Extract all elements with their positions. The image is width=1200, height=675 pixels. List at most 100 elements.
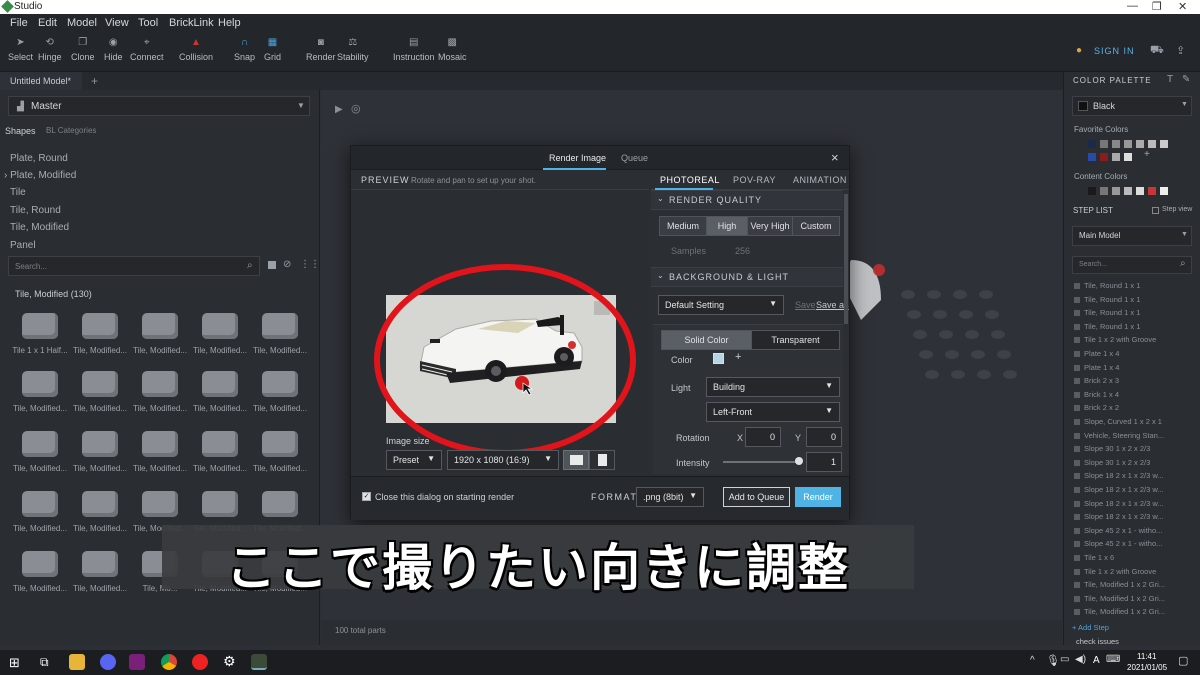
microphone-icon[interactable]: 🎙 <box>1046 654 1060 667</box>
step-item[interactable]: Tile, Modified 1 x 2 Gri... <box>1074 580 1165 589</box>
intensity-slider-handle[interactable] <box>795 457 803 465</box>
part-tile[interactable]: Tile, Modified... <box>252 305 308 363</box>
step-item[interactable]: Tile, Round 1 x 1 <box>1074 281 1140 290</box>
target-icon[interactable]: ◎ <box>351 102 361 115</box>
grid-view-icon[interactable] <box>268 261 276 269</box>
part-tile[interactable]: Tile 1 x 1 Half... <box>12 305 68 363</box>
connect-tool[interactable]: ⌖ Connect <box>130 38 164 63</box>
intensity-slider[interactable] <box>723 461 801 463</box>
step-item[interactable]: Plate 1 x 4 <box>1074 363 1119 372</box>
hinge-tool[interactable]: ⟲ Hinge <box>38 38 62 63</box>
intensity-input[interactable]: 1 <box>806 452 842 472</box>
model-select-dropdown[interactable]: Main Model ▼ <box>1072 226 1192 246</box>
rotation-x-input[interactable]: 0 <box>745 427 781 447</box>
close-window-icon[interactable]: ✕ <box>1178 0 1187 13</box>
background-preset-dropdown[interactable]: Default Setting ▼ <box>658 295 784 315</box>
parts-search-input[interactable]: Search... ⌕ <box>8 256 260 276</box>
settings-scrollbar[interactable] <box>844 194 848 324</box>
step-item[interactable]: Brick 2 x 2 <box>1074 403 1119 412</box>
next-app-icon[interactable] <box>129 654 145 670</box>
category-tile-round[interactable]: Tile, Round <box>10 205 61 216</box>
step-view-checkbox[interactable] <box>1152 207 1159 214</box>
part-tile[interactable]: Tile, Modified... <box>132 305 188 363</box>
snap-tool[interactable]: ∩ Snap <box>234 38 255 63</box>
favorite-color-swatch[interactable] <box>1124 140 1132 148</box>
part-tile[interactable]: Tile, Modified... <box>72 423 128 481</box>
transparent-button[interactable]: Transparent <box>751 330 840 350</box>
favorite-color-swatch[interactable] <box>1100 153 1108 161</box>
part-tile[interactable]: Tile, Modified... <box>252 423 308 481</box>
step-item[interactable]: Slope 30 1 x 2 x 2/3 <box>1074 458 1150 467</box>
volume-icon[interactable]: ◀) <box>1075 654 1086 665</box>
quality-high-button[interactable]: High <box>706 216 748 236</box>
tab-photoreal[interactable]: PHOTOREAL <box>660 175 720 185</box>
category-plate-round[interactable]: Plate, Round <box>10 153 68 164</box>
instruction-tool[interactable]: ▤ Instruction <box>393 38 435 63</box>
render-tool[interactable]: ◙ Render <box>306 38 336 63</box>
favorite-color-swatch[interactable] <box>1088 140 1096 148</box>
hide-tool[interactable]: ◉ Hide <box>104 38 123 63</box>
part-tile[interactable]: Tile, Modified... <box>132 363 188 421</box>
content-color-swatch[interactable] <box>1100 187 1108 195</box>
step-search-input[interactable]: Search... ⌕ <box>1072 256 1192 274</box>
studio-taskbar-icon[interactable] <box>251 654 267 670</box>
minimize-icon[interactable]: — <box>1127 0 1138 12</box>
landscape-orientation-button[interactable] <box>563 450 589 470</box>
quality-custom-button[interactable]: Custom <box>792 216 840 236</box>
check-issues-button[interactable]: check issues <box>1076 637 1119 646</box>
menu-view[interactable]: View <box>105 17 129 29</box>
resolution-dropdown[interactable]: 1920 x 1080 (16:9) ▼ <box>447 450 559 470</box>
save-link[interactable]: Save <box>795 300 816 310</box>
part-tile[interactable]: Tile, Modified... <box>12 543 68 601</box>
tab-render-image[interactable]: Render Image <box>549 153 606 163</box>
tab-povray[interactable]: POV-RAY <box>733 175 776 185</box>
model-tab[interactable]: Untitled Model* <box>0 72 82 90</box>
favorite-color-swatch[interactable] <box>1124 153 1132 161</box>
clone-tool[interactable]: ❐ Clone <box>71 38 95 63</box>
menu-model[interactable]: Model <box>67 17 97 29</box>
color-dropdown[interactable]: Black ▼ <box>1072 96 1192 116</box>
step-item[interactable]: Tile, Round 1 x 1 <box>1074 308 1140 317</box>
close-dialog-checkbox[interactable]: ✓ <box>362 492 371 501</box>
chrome-icon[interactable] <box>161 654 177 670</box>
step-item[interactable]: Slope 30 1 x 2 x 2/3 <box>1074 444 1150 453</box>
sign-in-button[interactable]: SIGN IN <box>1094 46 1135 56</box>
background-light-section[interactable]: ⌄ BACKGROUND & LIGHT <box>651 267 843 287</box>
step-item[interactable]: Tile 1 x 2 with Groove <box>1074 335 1156 344</box>
rotation-y-input[interactable]: 0 <box>806 427 842 447</box>
step-item[interactable]: Slope, Curved 1 x 2 x 1 <box>1074 417 1162 426</box>
ime-mode-icon[interactable]: ⌨ <box>1106 654 1120 665</box>
step-item[interactable]: Slope 18 2 x 1 x 2/3 w... <box>1074 485 1164 494</box>
grid-tool[interactable]: ▦ Grid <box>264 38 281 63</box>
portrait-orientation-button[interactable] <box>589 450 615 470</box>
notifications-icon[interactable]: ▢ <box>1178 654 1188 667</box>
step-item[interactable]: Slope 18 2 x 1 x 2/3 w... <box>1074 512 1164 521</box>
part-tile[interactable]: Tile, Modified... <box>192 305 248 363</box>
content-color-swatch[interactable] <box>1148 187 1156 195</box>
maximize-icon[interactable]: ❐ <box>1152 0 1162 13</box>
step-item[interactable]: Brick 2 x 3 <box>1074 376 1119 385</box>
task-view-icon[interactable]: ⧉ <box>40 655 49 670</box>
step-item[interactable]: Vehicle, Steering Stan... <box>1074 431 1164 440</box>
step-item[interactable]: Plate 1 x 4 <box>1074 349 1119 358</box>
category-tile-modified[interactable]: Tile, Modified <box>10 222 69 233</box>
step-item[interactable]: Tile 1 x 2 with Groove <box>1074 567 1156 576</box>
add-tab-button[interactable]: + <box>91 74 98 88</box>
master-dropdown[interactable]: ▟ Master ▼ <box>8 96 310 116</box>
media-player-icon[interactable] <box>192 654 208 670</box>
settings-gear-icon[interactable]: ⚙ <box>223 653 236 670</box>
favorite-color-swatch[interactable] <box>1088 153 1096 161</box>
step-item[interactable]: Slope 45 2 x 1 - witho... <box>1074 539 1162 548</box>
step-item[interactable]: Brick 1 x 4 <box>1074 390 1119 399</box>
format-dropdown[interactable]: .png (8bit) ▼ <box>636 487 704 507</box>
tray-chevron-icon[interactable]: ^ <box>1030 655 1035 666</box>
pen-icon[interactable]: ✎ <box>1182 74 1190 85</box>
menu-bricklink[interactable]: BrickLink <box>169 17 214 29</box>
light-direction-dropdown[interactable]: Left-Front ▼ <box>706 402 840 422</box>
menu-help[interactable]: Help <box>218 17 241 29</box>
step-item[interactable]: Tile, Modified 1 x 2 Gri... <box>1074 594 1165 603</box>
part-tile[interactable]: Tile, Modified... <box>192 423 248 481</box>
file-explorer-icon[interactable] <box>69 654 85 670</box>
windows-start-icon[interactable]: ⊞ <box>9 655 20 671</box>
clock-date[interactable]: 2021/01/05 <box>1127 663 1167 672</box>
